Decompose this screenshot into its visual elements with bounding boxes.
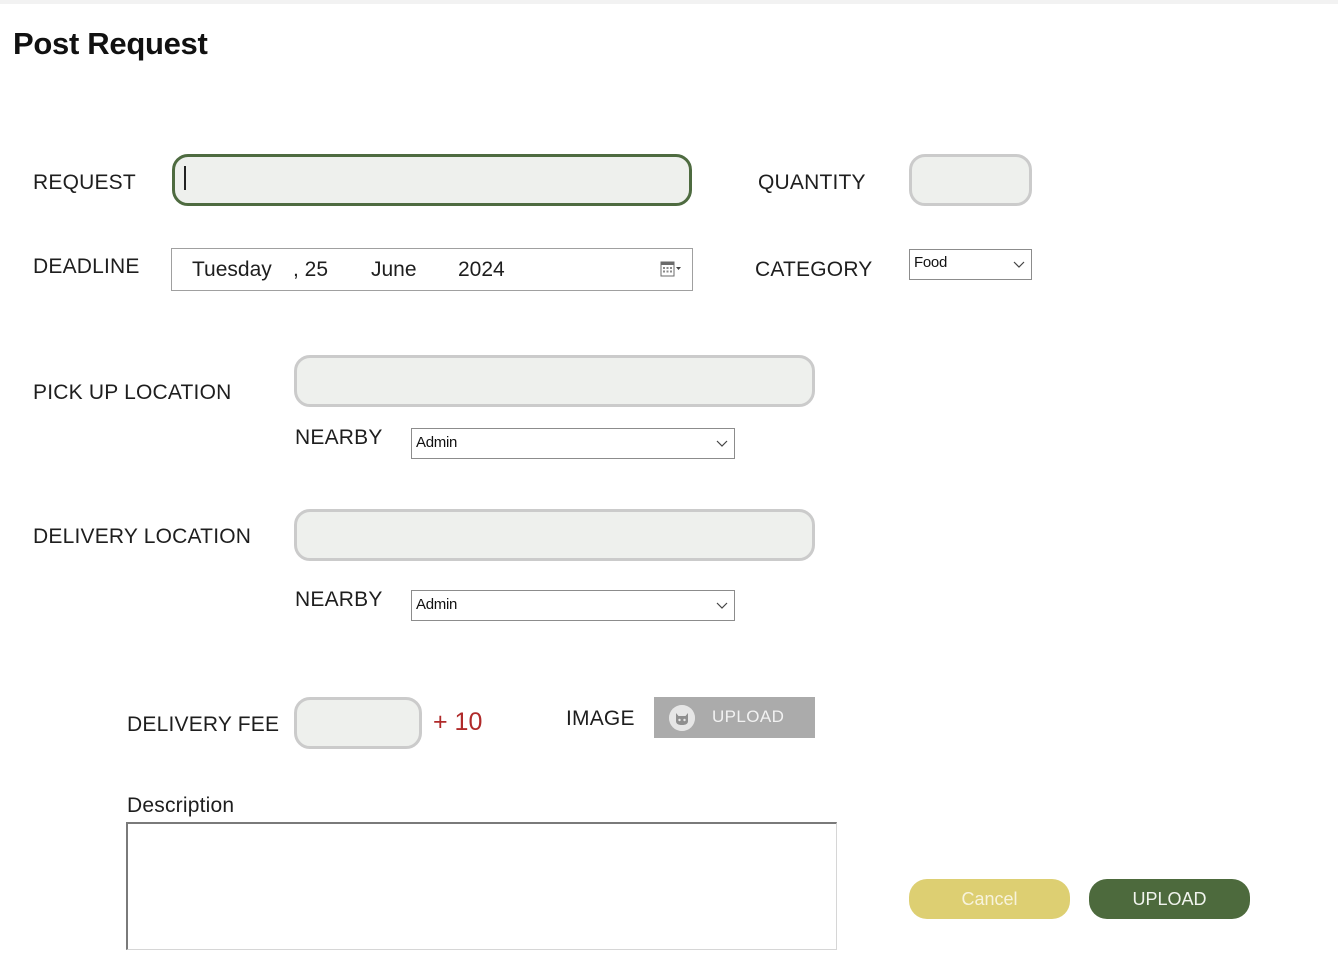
pickup-nearby-label: NEARBY [295, 426, 383, 449]
post-request-window: Post Request REQUEST QUANTITY DEADLINE T… [0, 0, 1338, 963]
page-title: Post Request [13, 26, 208, 61]
image-label: IMAGE [566, 707, 635, 730]
quantity-input[interactable] [909, 154, 1032, 206]
request-label: REQUEST [33, 171, 136, 194]
deadline-day[interactable]: , 25 [293, 258, 328, 282]
cat-avatar-icon [669, 705, 695, 731]
image-upload-button[interactable]: UPLOAD [654, 697, 815, 738]
pickup-nearby-selected-value: Admin [416, 434, 458, 451]
calendar-icon[interactable] [660, 261, 682, 277]
delivery-fee-label: DELIVERY FEE [127, 713, 280, 736]
image-upload-label: UPLOAD [712, 707, 785, 726]
text-caret [184, 166, 186, 190]
request-input[interactable] [172, 154, 692, 206]
cancel-button[interactable]: Cancel [909, 879, 1070, 919]
deadline-month[interactable]: June [371, 258, 417, 282]
delivery-location-input[interactable] [294, 509, 815, 561]
deadline-weekday[interactable]: Tuesday [192, 258, 272, 282]
category-select[interactable]: Food [909, 249, 1032, 280]
description-textarea[interactable] [126, 822, 837, 950]
deadline-year[interactable]: 2024 [458, 258, 505, 282]
delivery-nearby-selected-value: Admin [416, 596, 458, 613]
category-label: CATEGORY [755, 258, 873, 281]
quantity-label: QUANTITY [758, 171, 866, 194]
delivery-nearby-select[interactable]: Admin [411, 590, 735, 621]
upload-button[interactable]: UPLOAD [1089, 879, 1250, 919]
delivery-location-label: DELIVERY LOCATION [33, 525, 252, 548]
deadline-label: DEADLINE [33, 255, 140, 278]
chevron-down-icon [716, 602, 728, 609]
deadline-date-picker[interactable]: Tuesday , 25 June 2024 [171, 248, 693, 291]
delivery-fee-input[interactable] [294, 697, 422, 749]
delivery-fee-addon: + 10 [433, 708, 483, 736]
category-selected-value: Food [914, 254, 947, 271]
chevron-down-icon [716, 440, 728, 447]
pickup-nearby-select[interactable]: Admin [411, 428, 735, 459]
chevron-down-icon [1013, 261, 1025, 268]
pickup-location-label: PICK UP LOCATION [33, 381, 232, 404]
delivery-nearby-label: NEARBY [295, 588, 383, 611]
description-label: Description [127, 794, 235, 817]
pickup-location-input[interactable] [294, 355, 815, 407]
